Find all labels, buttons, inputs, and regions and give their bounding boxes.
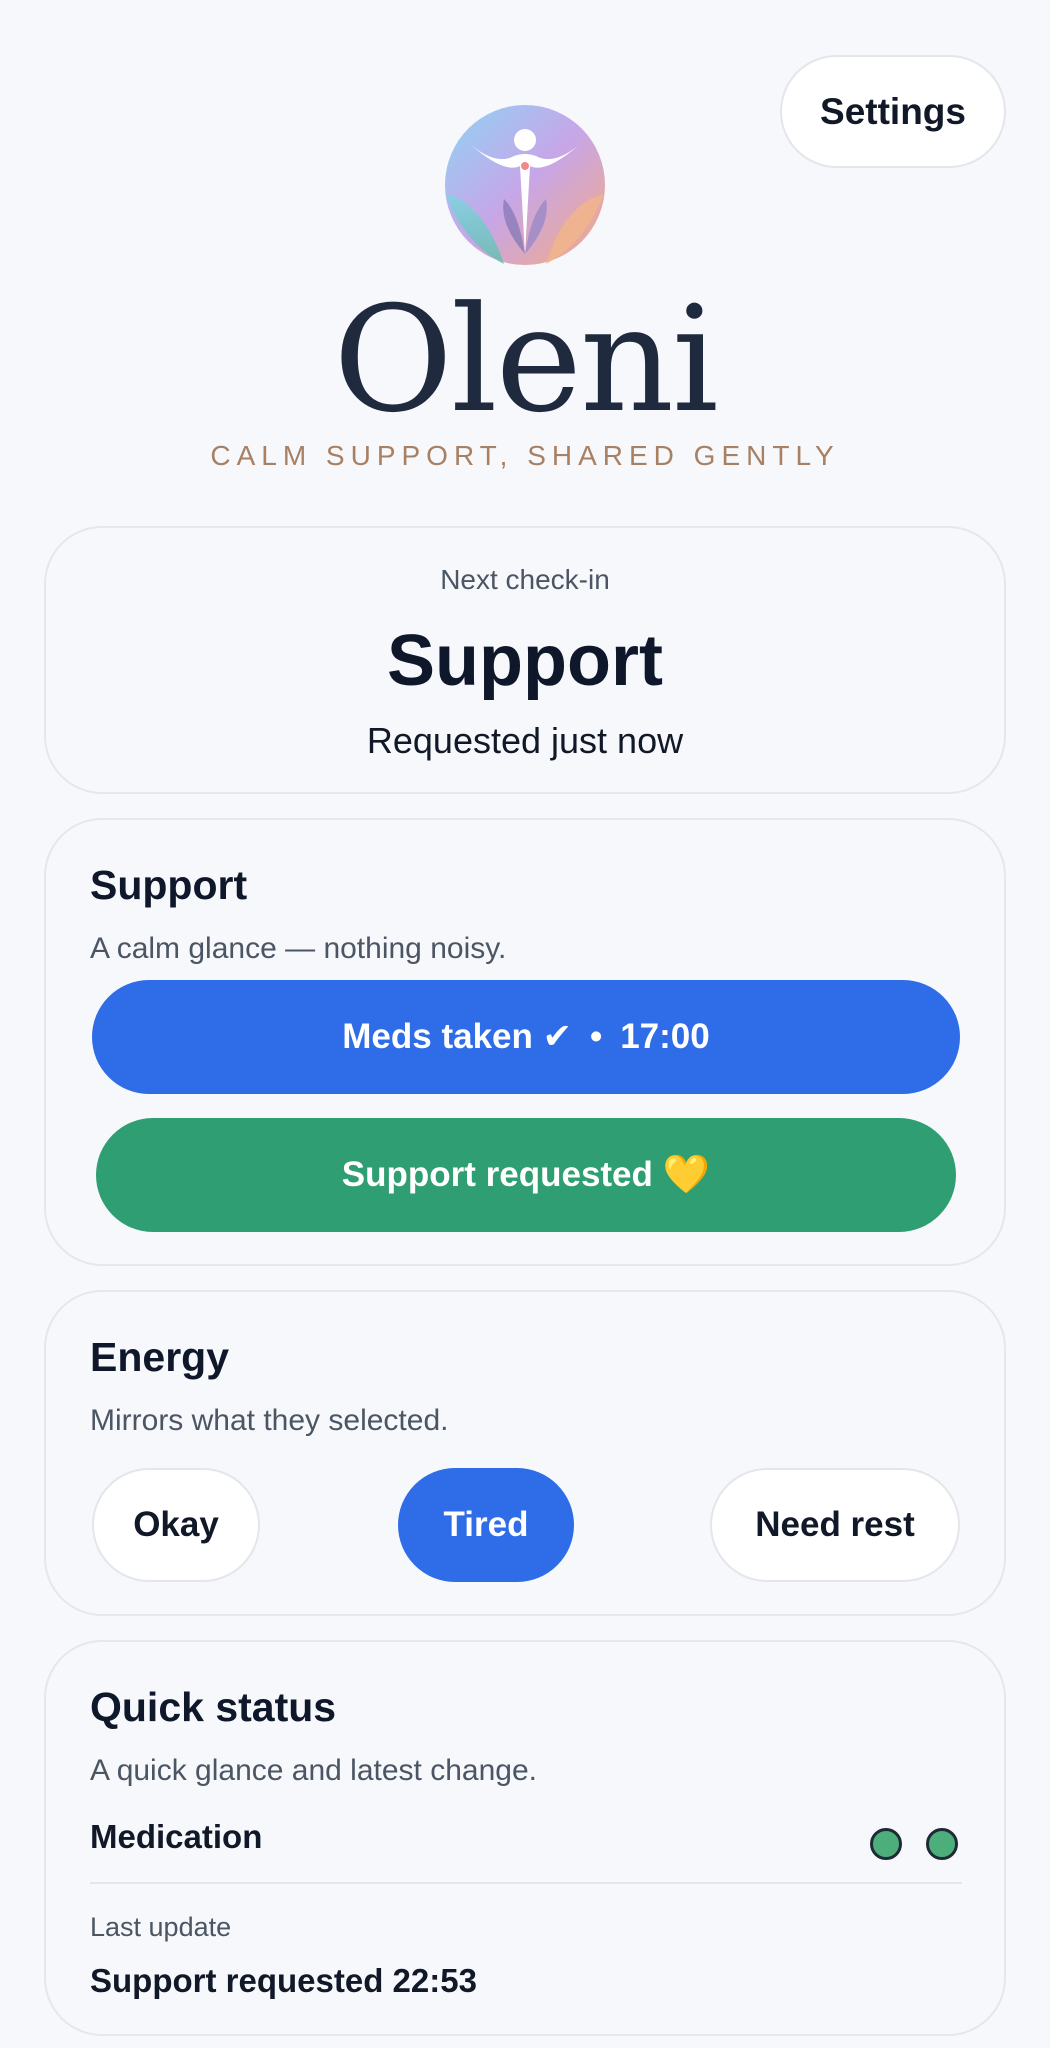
brand-name: Oleni xyxy=(333,275,719,445)
meds-separator: • xyxy=(589,1017,603,1056)
checkin-label: Next check-in xyxy=(440,564,610,595)
divider xyxy=(90,1882,962,1884)
settings-button[interactable]: Settings xyxy=(780,55,1006,168)
quick-status-title: Quick status xyxy=(90,1684,337,1730)
energy-subtitle: Mirrors what they selected. xyxy=(90,1404,449,1437)
support-requested-button[interactable]: Support requested 💛 xyxy=(96,1118,956,1232)
support-subtitle: A calm glance — nothing noisy. xyxy=(90,932,507,965)
status-dot xyxy=(926,1828,958,1860)
last-update-value: Support requested 22:53 xyxy=(90,1962,477,1999)
energy-card: Energy Mirrors what they selected. Okay … xyxy=(44,1290,1006,1616)
medication-label: Medication xyxy=(90,1818,263,1855)
energy-option-tired[interactable]: Tired xyxy=(398,1468,574,1582)
status-dot xyxy=(870,1828,902,1860)
logo-icon xyxy=(445,105,605,265)
meds-label: Meds taken ✔ xyxy=(342,1017,572,1056)
yellow-heart-icon: 💛 xyxy=(662,1154,711,1196)
last-update-label: Last update xyxy=(90,1912,232,1942)
support-title: Support xyxy=(90,862,248,908)
quick-status-card: Quick status A quick glance and latest c… xyxy=(44,1640,1006,2036)
energy-title: Energy xyxy=(90,1334,229,1380)
energy-option-need-rest[interactable]: Need rest xyxy=(710,1468,960,1582)
checkin-title: Support xyxy=(387,621,663,701)
support-card: Support A calm glance — nothing noisy. M… xyxy=(44,818,1006,1266)
meds-taken-button[interactable]: Meds taken ✔ • 17:00 xyxy=(92,980,960,1094)
quick-status-subtitle: A quick glance and latest change. xyxy=(90,1754,537,1787)
energy-option-okay[interactable]: Okay xyxy=(92,1468,260,1582)
brand-tagline: CALM SUPPORT, SHARED GENTLY xyxy=(210,440,840,471)
checkin-subtitle: Requested just now xyxy=(366,720,684,761)
meds-time: 17:00 xyxy=(620,1017,710,1056)
support-requested-label: Support requested xyxy=(341,1155,653,1194)
next-checkin-card: Next check-in Support Requested just now xyxy=(44,526,1006,794)
